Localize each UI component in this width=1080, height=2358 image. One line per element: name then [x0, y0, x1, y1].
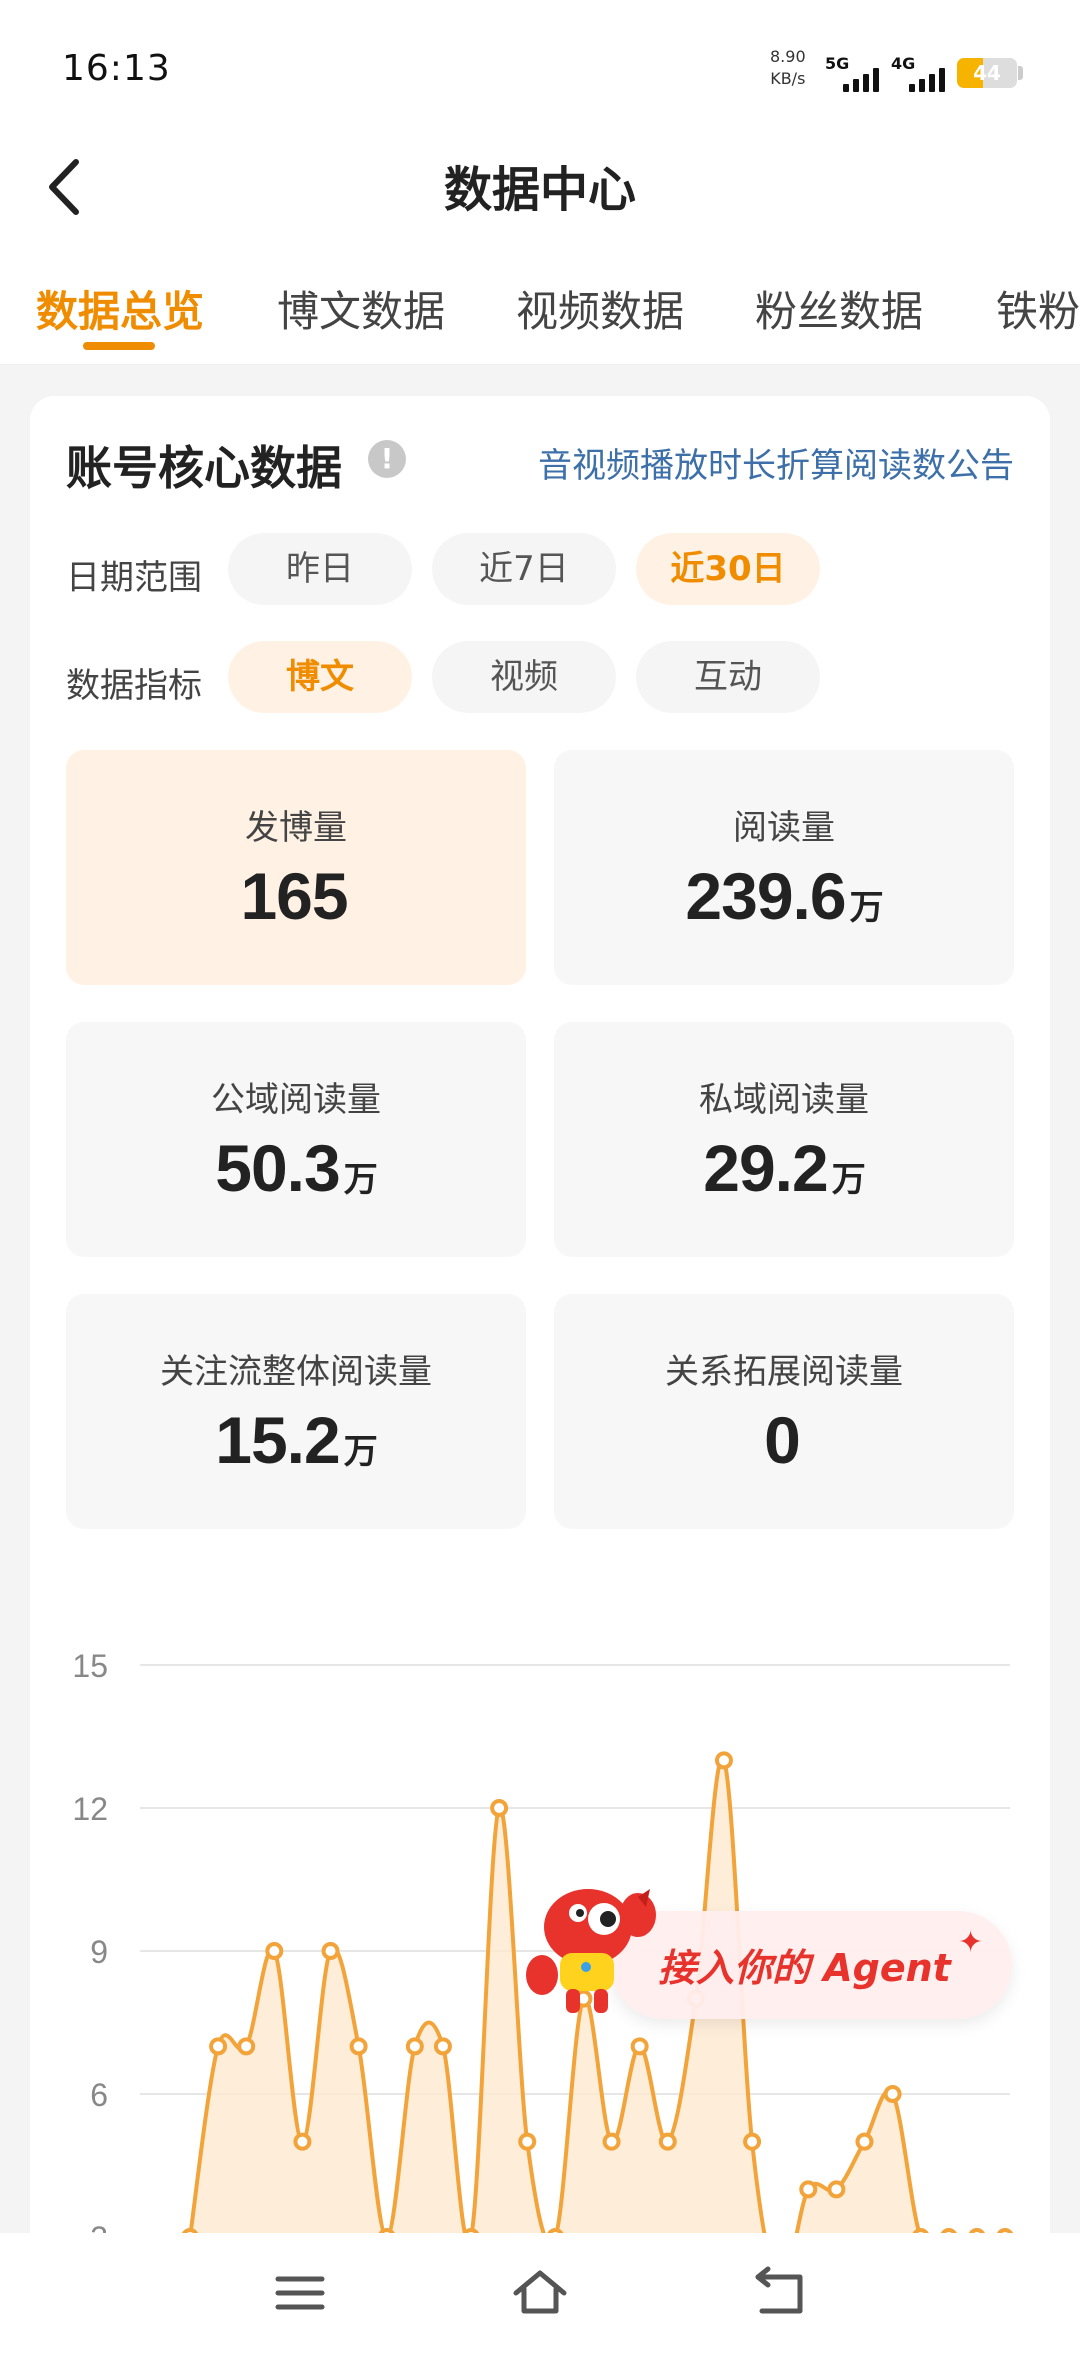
- data-point[interactable]: [518, 2132, 537, 2151]
- tab-bar: 数据总览 博文数据 视频数据 粉丝数据 铁粉: [0, 240, 1080, 365]
- tab-overview[interactable]: 数据总览: [36, 278, 204, 339]
- y-tick-label: 12: [72, 1791, 108, 1827]
- data-point[interactable]: [293, 2132, 312, 2151]
- y-tick-label: 15: [72, 1648, 108, 1684]
- metric-option-post[interactable]: 博文: [228, 641, 412, 713]
- network-speed-value: 8.90: [770, 47, 806, 66]
- data-point[interactable]: [630, 2037, 649, 2056]
- data-point[interactable]: [237, 2037, 256, 2056]
- data-point[interactable]: [883, 2085, 902, 2103]
- data-point[interactable]: [714, 1751, 733, 1770]
- data-point[interactable]: [405, 2037, 424, 2056]
- stat-label: 公域阅读量: [211, 1080, 381, 1120]
- date-option-yesterday[interactable]: 昨日: [228, 533, 412, 605]
- stat-relation-expand-read-count[interactable]: 关系拓展阅读量 0: [554, 1294, 1014, 1529]
- stat-label: 发博量: [245, 808, 347, 848]
- data-point[interactable]: [602, 2132, 621, 2151]
- status-bar: 16:13 8.90 KB/s 5G 4G 44: [0, 0, 1080, 130]
- date-range-label: 日期范围: [66, 558, 202, 598]
- back-nav-icon[interactable]: [750, 2263, 810, 2323]
- data-point[interactable]: [490, 1799, 509, 1817]
- date-option-30days[interactable]: 近30日: [636, 533, 820, 605]
- tab-video-data[interactable]: 视频数据: [516, 278, 684, 339]
- battery-level: 44: [973, 61, 1001, 85]
- system-nav-bar: [0, 2233, 1080, 2358]
- stat-label: 阅读量: [733, 808, 835, 848]
- stat-read-count[interactable]: 阅读量 239.6 万: [554, 750, 1014, 985]
- app-header: 数据中心: [0, 130, 1080, 240]
- data-point[interactable]: [827, 2180, 846, 2199]
- network-speed-unit: KB/s: [770, 69, 806, 88]
- data-point[interactable]: [743, 2132, 762, 2151]
- menu-icon[interactable]: [270, 2263, 330, 2323]
- info-icon[interactable]: !: [368, 440, 406, 478]
- agent-float-button[interactable]: 接入你的 Agent ✦: [520, 1875, 1020, 2025]
- network-speed: 8.90 KB/s: [770, 46, 806, 90]
- data-point[interactable]: [433, 2037, 452, 2056]
- sparkle-icon: ✦: [958, 1925, 984, 1960]
- home-icon[interactable]: [510, 2263, 570, 2323]
- lobster-mascot-icon: [526, 1889, 656, 2013]
- data-point[interactable]: [658, 2132, 677, 2151]
- stat-value: 239.6 万: [685, 859, 883, 933]
- stat-value: 50.3 万: [215, 1131, 377, 1205]
- stat-follow-feed-read-count[interactable]: 关注流整体阅读量 15.2 万: [66, 1294, 526, 1529]
- battery-icon: 44: [957, 58, 1017, 88]
- stat-public-read-count[interactable]: 公域阅读量 50.3 万: [66, 1022, 526, 1257]
- notice-link[interactable]: 音视频播放时长折算阅读数公告: [538, 438, 1014, 487]
- tab-iron-fans[interactable]: 铁粉: [996, 278, 1080, 339]
- y-tick-label: 6: [90, 2077, 108, 2113]
- data-point[interactable]: [855, 2132, 874, 2151]
- y-tick-label: 9: [90, 1934, 108, 1970]
- data-point[interactable]: [321, 1942, 340, 1960]
- battery-tip: [1018, 66, 1023, 80]
- metric-option-interaction[interactable]: 互动: [636, 641, 820, 713]
- data-point[interactable]: [209, 2037, 228, 2056]
- metric-option-video[interactable]: 视频: [432, 641, 616, 713]
- agent-label: 接入你的 Agent: [658, 1946, 951, 1990]
- page-title: 数据中心: [443, 162, 636, 218]
- tab-post-data[interactable]: 博文数据: [277, 278, 445, 339]
- data-point[interactable]: [265, 1942, 284, 1960]
- stat-value: 165: [240, 859, 348, 933]
- stat-label: 关注流整体阅读量: [160, 1352, 432, 1392]
- metric-label: 数据指标: [66, 666, 202, 706]
- stat-label: 关系拓展阅读量: [665, 1352, 903, 1392]
- date-option-7days[interactable]: 近7日: [432, 533, 616, 605]
- stat-post-count[interactable]: 发博量 165: [66, 750, 526, 985]
- data-point[interactable]: [349, 2037, 368, 2056]
- tab-fans-data[interactable]: 粉丝数据: [755, 278, 923, 339]
- stat-label: 私域阅读量: [699, 1080, 869, 1120]
- stat-value: 0: [764, 1403, 801, 1477]
- stat-value: 29.2 万: [703, 1131, 865, 1205]
- stat-value: 15.2 万: [215, 1403, 377, 1477]
- tab-active-indicator: [83, 342, 155, 350]
- status-time: 16:13: [62, 48, 171, 89]
- core-data-title: 账号核心数据: [66, 441, 342, 495]
- stat-private-read-count[interactable]: 私域阅读量 29.2 万: [554, 1022, 1014, 1257]
- data-point[interactable]: [799, 2180, 818, 2199]
